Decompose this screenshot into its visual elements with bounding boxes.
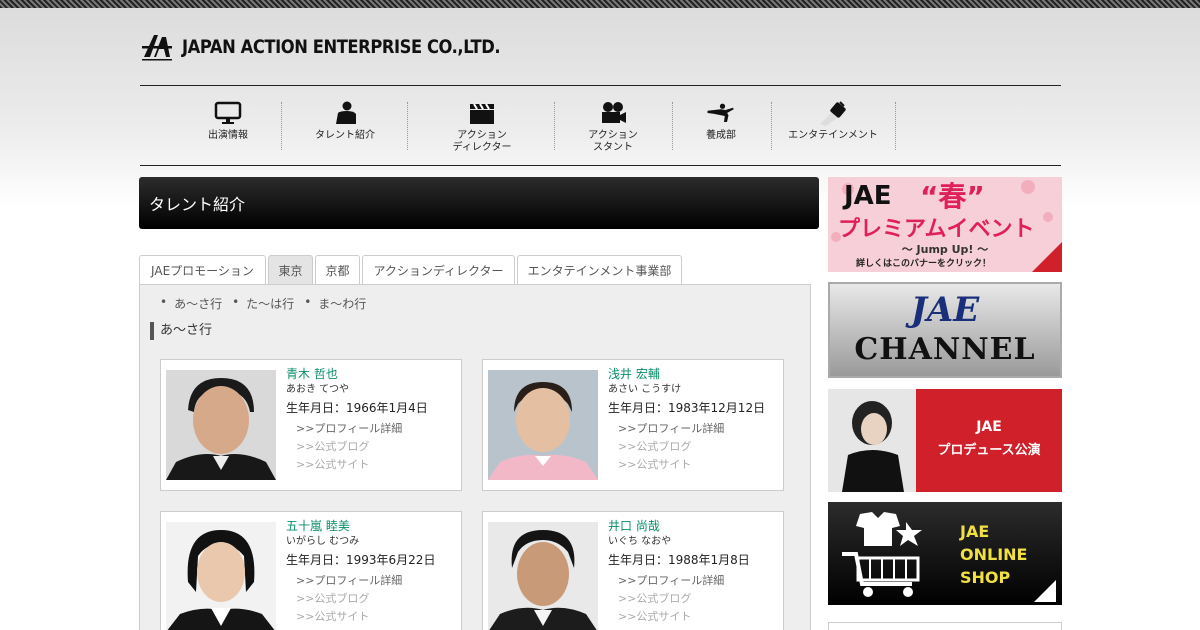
- talent-kana: あさい こうすけ: [608, 384, 682, 395]
- monitor-icon: [214, 101, 242, 124]
- nav-divider: [407, 102, 408, 150]
- talent-kana: いぐち なおや: [608, 536, 672, 547]
- profile-link[interactable]: >>プロフィール詳細: [286, 572, 456, 590]
- talent-card: 井口 尚哉 いぐち なおや 生年月日：1988年1月8日 >>プロフィール詳細 …: [482, 511, 784, 630]
- talent-card: 青木 哲也 あおき てつや 生年月日：1966年1月4日 >>プロフィール詳細 …: [160, 359, 462, 491]
- alpha-link-a-sa[interactable]: あ〜さ行: [174, 295, 222, 312]
- talent-photo[interactable]: [166, 522, 276, 630]
- banner-jae-text: JAE: [844, 181, 892, 211]
- nav-item-action-stunt[interactable]: アクション スタント: [580, 86, 646, 166]
- site-link[interactable]: >>公式サイト: [286, 456, 456, 474]
- jae-logo-mark: [142, 35, 172, 61]
- talent-panel: • あ〜さ行 • た〜は行 • ま〜わ行 あ〜さ行 青木 哲也 あおき てつや …: [139, 284, 811, 630]
- nav-divider: [771, 102, 772, 150]
- talent-kana: いがらし むつみ: [286, 536, 360, 547]
- tab-kyoto[interactable]: 京都: [315, 255, 360, 285]
- nav-label: 養成部: [706, 130, 736, 141]
- nav-item-action-director[interactable]: アクション ディレクター: [442, 86, 522, 166]
- alpha-link-ma-wa[interactable]: ま〜わ行: [318, 295, 366, 312]
- bullet: •: [232, 295, 240, 309]
- talent-name[interactable]: 井口 尚哉: [608, 518, 778, 534]
- talent-photo[interactable]: [166, 370, 276, 480]
- nav-divider: [281, 102, 282, 150]
- talent-card: 浅井 宏輔 あさい こうすけ 生年月日：1983年12月12日 >>プロフィール…: [482, 359, 784, 491]
- kick-icon: [707, 103, 734, 122]
- clapperboard-icon: [470, 103, 494, 124]
- tab-action-director[interactable]: アクションディレクター: [362, 255, 515, 285]
- person-icon: [336, 101, 356, 124]
- channel-title-text: CHANNEL: [854, 332, 1036, 367]
- tab-entertainment[interactable]: エンタテインメント事業部: [517, 255, 682, 285]
- nav-label: 出演情報: [208, 130, 248, 141]
- next-banner[interactable]: [828, 622, 1062, 630]
- premium-event-banner[interactable]: JAE “春” プレミアムイベント 〜 Jump Up! 〜 詳しくはこのバナー…: [828, 177, 1062, 272]
- site-link[interactable]: >>公式サイト: [608, 608, 778, 626]
- profile-link[interactable]: >>プロフィール詳細: [608, 420, 778, 438]
- blog-link[interactable]: >>公式ブログ: [286, 438, 456, 456]
- site-link[interactable]: >>公式サイト: [286, 608, 456, 626]
- nav-label: エンタテインメント: [788, 130, 878, 141]
- page-title: タレント紹介: [139, 177, 819, 229]
- performer-photo: [828, 389, 916, 492]
- talent-card: 五十嵐 睦美 いがらし むつみ 生年月日：1993年6月22日 >>プロフィール…: [160, 511, 462, 630]
- talent-photo[interactable]: [488, 370, 598, 480]
- nav-item-talent[interactable]: タレント紹介: [310, 86, 380, 166]
- talent-birthdate: 生年月日：1983年12月12日: [608, 401, 766, 415]
- talent-name[interactable]: 青木 哲也: [286, 366, 456, 382]
- nav-divider: [895, 102, 896, 150]
- film-camera-icon: [602, 102, 626, 123]
- spotlight-icon: [820, 101, 846, 126]
- main-nav: 出演情報 タレント紹介 アクション ディレクター アクション スタント 養成部 …: [140, 85, 1061, 166]
- logo-text: JAPAN ACTION ENTERPRISE CO.,LTD.: [182, 36, 501, 58]
- nav-item-appearances[interactable]: 出演情報: [202, 86, 254, 166]
- blog-link[interactable]: >>公式ブログ: [608, 590, 778, 608]
- produce-jae-text: JAE: [976, 419, 1002, 435]
- bullet: •: [160, 295, 168, 309]
- banner-note-text: 詳しくはこのバナーをクリック！: [856, 259, 992, 269]
- channel-jae-text: JAE: [910, 290, 980, 330]
- talent-name[interactable]: 浅井 宏輔: [608, 366, 778, 382]
- online-shop-banner[interactable]: JAE ONLINE SHOP: [828, 502, 1062, 605]
- jae-channel-banner[interactable]: JAE CHANNEL: [828, 282, 1062, 378]
- tab-tokyo[interactable]: 東京: [268, 255, 313, 285]
- nav-divider: [554, 102, 555, 150]
- talent-kana: あおき てつや: [286, 384, 349, 395]
- bullet: •: [304, 295, 312, 309]
- banner-sub-text: 〜 Jump Up! 〜: [901, 243, 989, 256]
- talent-birthdate: 生年月日：1966年1月4日: [286, 401, 428, 415]
- talent-birthdate: 生年月日：1993年6月22日: [286, 553, 436, 567]
- nav-label: アクション ディレクター: [452, 130, 512, 153]
- site-logo[interactable]: JAPAN ACTION ENTERPRISE CO.,LTD.: [140, 30, 552, 64]
- nav-item-training[interactable]: 養成部: [696, 86, 746, 166]
- section-heading: あ〜さ行: [150, 322, 212, 340]
- nav-label: タレント紹介: [315, 130, 375, 141]
- banner-spring-text: “春”: [920, 180, 985, 213]
- profile-link[interactable]: >>プロフィール詳細: [286, 420, 456, 438]
- tab-jae-promotion[interactable]: JAEプロモーション: [139, 255, 266, 285]
- produce-title-text: プロデュース公演: [937, 443, 1041, 458]
- jae-produce-banner[interactable]: JAE プロデュース公演: [828, 389, 1062, 492]
- blog-link[interactable]: >>公式ブログ: [286, 590, 456, 608]
- blog-link[interactable]: >>公式ブログ: [608, 438, 778, 456]
- site-link[interactable]: >>公式サイト: [608, 456, 778, 474]
- profile-link[interactable]: >>プロフィール詳細: [608, 572, 778, 590]
- nav-divider: [672, 102, 673, 150]
- top-stripe: [0, 0, 1200, 8]
- alpha-link-ta-ha[interactable]: た〜は行: [246, 295, 294, 312]
- nav-label: アクション スタント: [588, 130, 638, 153]
- alpha-nav: • あ〜さ行 • た〜は行 • ま〜わ行: [160, 295, 376, 312]
- nav-item-entertainment[interactable]: エンタテインメント: [784, 86, 882, 166]
- corner-triangle: [1034, 580, 1056, 602]
- talent-photo[interactable]: [488, 522, 598, 630]
- talent-birthdate: 生年月日：1988年1月8日: [608, 553, 750, 567]
- banner-event-text: プレミアムイベント: [838, 217, 1035, 242]
- talent-name[interactable]: 五十嵐 睦美: [286, 518, 456, 534]
